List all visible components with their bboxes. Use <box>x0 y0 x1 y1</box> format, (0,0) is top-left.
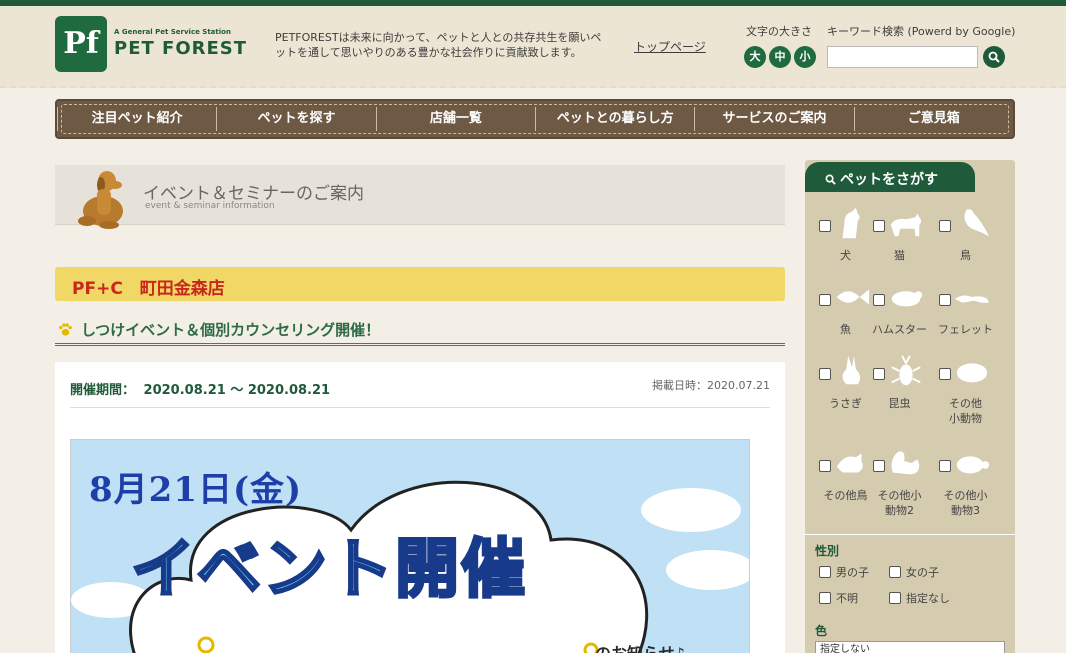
pet-label: その他小動物3 <box>943 489 988 517</box>
global-nav: 注目ペット紹介 ペットを探す 店舗一覧 ペットとの暮らし方 サービスのご案内 ご… <box>55 99 1015 139</box>
search-icon <box>825 174 836 185</box>
font-size-label: 文字の大きさ <box>746 25 812 38</box>
pet-checkbox[interactable] <box>873 460 885 472</box>
gender-option-label: 不明 <box>836 592 858 605</box>
store-name: PF+C 町田金森店 <box>72 279 225 299</box>
gender-option-any[interactable]: 指定なし <box>889 590 950 606</box>
pet-option-turtle[interactable]: その他小動物3 <box>933 456 998 530</box>
gender-checkbox[interactable] <box>819 592 831 604</box>
nav-item-living-with-pets[interactable]: ペットとの暮らし方 <box>534 107 694 131</box>
pet-checkbox[interactable] <box>819 460 831 472</box>
search-icon <box>988 51 1000 63</box>
pet-label: 昆虫 <box>888 397 911 410</box>
search-button[interactable] <box>983 46 1005 68</box>
gender-option-label: 指定なし <box>906 592 950 605</box>
pet-checkbox[interactable] <box>819 220 831 232</box>
search-label: キーワード検索 (Powerd by Google) <box>827 25 1016 38</box>
pet-checkbox[interactable] <box>939 294 951 306</box>
logo-tagline-small: A General Pet Service Station <box>114 28 231 36</box>
cat-icon <box>890 213 922 237</box>
nav-item-store-list[interactable]: 店舗一覧 <box>375 107 535 131</box>
logo-mark[interactable]: Pf <box>55 16 107 72</box>
pet-checkbox[interactable] <box>939 368 951 380</box>
logo-text[interactable]: PET FOREST <box>114 38 247 59</box>
other-bird-icon <box>836 453 863 473</box>
pet-checkbox[interactable] <box>873 220 885 232</box>
bird-icon <box>964 209 990 237</box>
page-banner: イベント＆セミナーのご案内 event & seminar informatio… <box>55 165 785 229</box>
pet-checkbox[interactable] <box>819 368 831 380</box>
gender-option-unknown[interactable]: 不明 <box>819 590 858 606</box>
flyer-date: 8月21日(金) <box>89 470 303 510</box>
event-period-value: 2020.08.21 ～ 2020.08.21 <box>143 383 331 398</box>
color-heading: 色 <box>815 624 828 638</box>
pet-checkbox[interactable] <box>939 220 951 232</box>
sidebar-divider <box>805 534 1015 535</box>
pet-checkbox[interactable] <box>819 294 831 306</box>
pet-option-insect[interactable]: 昆虫 <box>867 355 932 438</box>
pet-option-squirrel[interactable]: その他小動物2 <box>867 451 932 530</box>
font-size-small-button[interactable]: 小 <box>794 46 816 68</box>
search-input[interactable] <box>827 46 978 68</box>
paw-icon <box>59 323 72 336</box>
turtle-icon <box>956 456 990 474</box>
top-page-link[interactable]: トップページ <box>634 38 706 55</box>
event-period-label: 開催期間： <box>70 383 136 398</box>
event-title-row: しつけイベント＆個別カウンセリング開催！ <box>55 316 785 346</box>
squirrel-icon <box>891 451 920 475</box>
rabbit-icon <box>842 355 861 385</box>
insect-icon <box>891 355 921 386</box>
site-header: Pf A General Pet Service Station PET FOR… <box>0 6 1066 88</box>
nav-item-featured-pets[interactable]: 注目ペット紹介 <box>57 107 216 131</box>
pet-label: 猫 <box>894 249 905 262</box>
hamster-icon <box>891 291 923 307</box>
nav-item-find-pet[interactable]: ペットを探す <box>216 107 375 131</box>
gender-option-label: 女の子 <box>906 566 939 579</box>
pet-search-tab-text: ペットをさがす <box>840 172 938 188</box>
gender-heading: 性別 <box>815 544 840 558</box>
nav-item-feedback[interactable]: ご意見箱 <box>853 107 1013 131</box>
font-size-medium-button[interactable]: 中 <box>769 46 791 68</box>
gender-option-label: 男の子 <box>836 566 869 579</box>
nav-item-services[interactable]: サービスのご案内 <box>694 107 853 131</box>
pet-label: その他小動物2 <box>877 489 922 517</box>
gender-checkbox[interactable] <box>889 566 901 578</box>
gender-option-female[interactable]: 女の子 <box>889 564 939 580</box>
pet-label: フェレット <box>938 323 993 336</box>
gender-option-male[interactable]: 男の子 <box>819 564 869 580</box>
pet-search-sidebar: ペットをさがす 犬 猫 鳥 魚 ハムスター フェレット うさぎ 昆虫 その他小動… <box>805 160 1015 653</box>
pet-label: ハムスター <box>872 323 927 336</box>
store-name-bar: PF+C 町田金森店 <box>55 267 785 301</box>
pet-option-small-animal[interactable]: その他小動物 <box>933 363 998 438</box>
pet-search-tab: ペットをさがす <box>805 162 975 192</box>
pet-checkbox[interactable] <box>873 368 885 380</box>
event-period: 開催期間： 2020.08.21 ～ 2020.08.21 <box>70 379 330 398</box>
banner-subtitle: event & seminar information <box>145 201 275 211</box>
ferret-icon <box>954 295 990 303</box>
posted-date: 掲載日時：2020.07.21 <box>652 379 770 392</box>
pet-search-tab-label: ペットをさがす <box>825 169 938 189</box>
site-tagline: PETFORESTは未来に向かって、ペットと人との共存共生を願いペットを通して思… <box>275 31 602 59</box>
font-size-large-button[interactable]: 大 <box>744 46 766 68</box>
content-divider <box>70 407 770 408</box>
pet-checkbox[interactable] <box>873 294 885 306</box>
small-animal-icon <box>956 363 988 383</box>
event-content: 開催期間： 2020.08.21 ～ 2020.08.21 掲載日時：2020.… <box>55 362 785 653</box>
pet-label: その他小動物 <box>949 397 982 425</box>
color-select[interactable]: 指定しない <box>815 641 1005 653</box>
fish-icon <box>836 289 870 305</box>
event-title: しつけイベント＆個別カウンセリング開催！ <box>81 321 381 339</box>
pet-checkbox[interactable] <box>939 460 951 472</box>
gender-checkbox[interactable] <box>889 592 901 604</box>
dog-icon <box>842 207 860 239</box>
pet-label: 鳥 <box>960 249 971 262</box>
flyer-notice: のお知らせ♪ <box>595 640 685 653</box>
event-flyer-image: 8月21日(金) イベント開催 のお知らせ♪ <box>70 439 750 653</box>
flyer-headline: イベント開催 <box>130 532 527 609</box>
dog-illustration-icon <box>78 171 123 229</box>
gender-checkbox[interactable] <box>819 566 831 578</box>
